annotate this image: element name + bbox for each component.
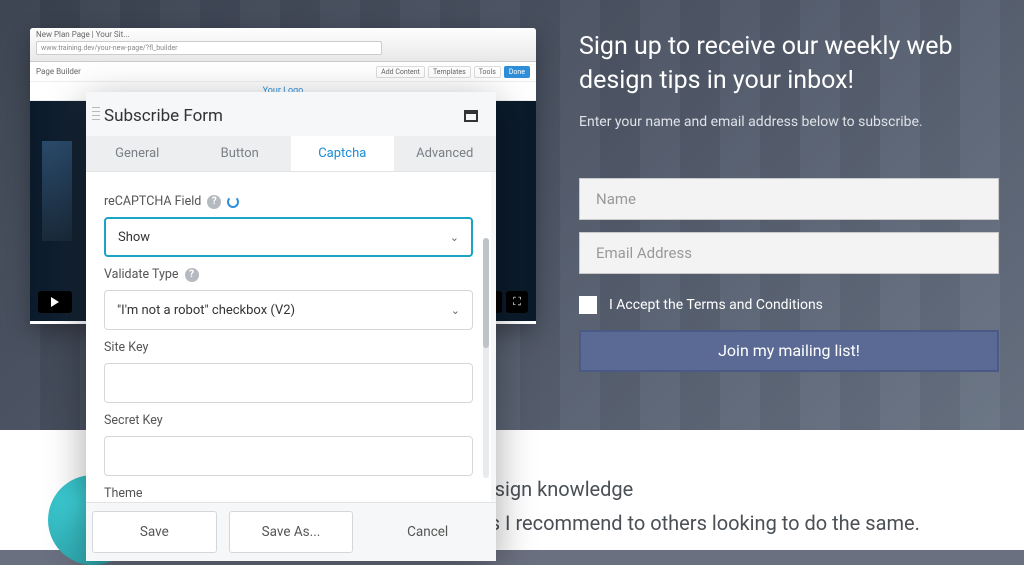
add-content-button[interactable]: Add Content (376, 66, 425, 78)
site-key-input[interactable] (104, 363, 473, 403)
browser-chrome: New Plan Page | Your Sit... www.training… (30, 28, 536, 62)
play-icon[interactable] (38, 291, 72, 313)
maximize-icon[interactable] (464, 110, 478, 122)
save-button[interactable]: Save (92, 511, 217, 553)
cancel-button[interactable]: Cancel (365, 511, 490, 553)
hero-subtext: Enter your name and email address below … (579, 114, 999, 130)
scrollbar-thumb[interactable] (483, 238, 489, 348)
pagebuilder-actions: Add Content Templates Tools Done (376, 66, 530, 78)
recaptcha-select-value: Show (118, 230, 150, 245)
validate-select-value: "I'm not a robot" checkbox (V2) (117, 303, 295, 318)
modal-footer: Save Save As... Cancel (86, 502, 496, 561)
pagebuilder-label: Page Builder (36, 67, 81, 76)
help-icon[interactable]: ? (185, 268, 199, 282)
scrollbar[interactable] (483, 238, 489, 478)
terms-label: I Accept the Terms and Conditions (609, 297, 823, 313)
tab-general[interactable]: General (86, 136, 189, 171)
tools-button[interactable]: Tools (474, 66, 501, 78)
email-input[interactable] (579, 232, 999, 274)
address-bar[interactable]: www.training.dev/your-new-page/?fl_build… (36, 41, 382, 55)
tab-captcha[interactable]: Captcha (291, 136, 394, 171)
submit-button[interactable]: Join my mailing list! (579, 330, 999, 372)
expand-icon[interactable]: ⛶ (506, 291, 528, 313)
terms-row: I Accept the Terms and Conditions (579, 296, 999, 314)
pagebuilder-topbar: Page Builder Add Content Templates Tools… (30, 62, 536, 82)
recaptcha-select[interactable]: Show ⌄ (104, 217, 473, 257)
modal-tabs: General Button Captcha Advanced (86, 136, 496, 172)
validate-type-select[interactable]: "I'm not a robot" checkbox (V2) ⌄ (104, 290, 473, 330)
modal-body: reCAPTCHA Field ? Show ⌄ Validate Type ?… (86, 172, 496, 561)
terms-checkbox[interactable] (579, 296, 597, 314)
drag-grip-icon[interactable] (92, 106, 100, 120)
secret-key-label: Secret Key (104, 413, 473, 428)
modal-scroll-area[interactable]: reCAPTCHA Field ? Show ⌄ Validate Type ?… (86, 172, 496, 502)
subscribe-form-settings-modal: Subscribe Form General Button Captcha Ad… (86, 92, 496, 561)
chevron-down-icon: ⌄ (451, 304, 460, 317)
signup-form: Sign up to receive our weekly web design… (579, 30, 999, 372)
hero-heading: Sign up to receive our weekly web design… (579, 30, 999, 98)
loading-spinner-icon (227, 196, 239, 208)
templates-button[interactable]: Templates (428, 66, 471, 78)
save-as-button[interactable]: Save As... (229, 511, 354, 553)
modal-title: Subscribe Form (104, 106, 223, 126)
chevron-down-icon: ⌄ (450, 231, 459, 244)
recaptcha-label-text: reCAPTCHA Field (104, 194, 201, 209)
canvas-decor (42, 141, 72, 241)
tab-button[interactable]: Button (189, 136, 292, 171)
validate-type-label: Validate Type ? (104, 267, 473, 282)
help-icon[interactable]: ? (207, 195, 221, 209)
secret-key-input[interactable] (104, 436, 473, 476)
recaptcha-field-label: reCAPTCHA Field ? (104, 194, 473, 209)
done-button[interactable]: Done (504, 66, 530, 78)
modal-header[interactable]: Subscribe Form (86, 92, 496, 136)
tab-advanced[interactable]: Advanced (394, 136, 497, 171)
site-key-label: Site Key (104, 340, 473, 355)
validate-label-text: Validate Type (104, 267, 179, 282)
theme-label: Theme (104, 486, 473, 501)
name-input[interactable] (579, 178, 999, 220)
browser-tab-title: New Plan Page | Your Sit... (36, 30, 530, 39)
